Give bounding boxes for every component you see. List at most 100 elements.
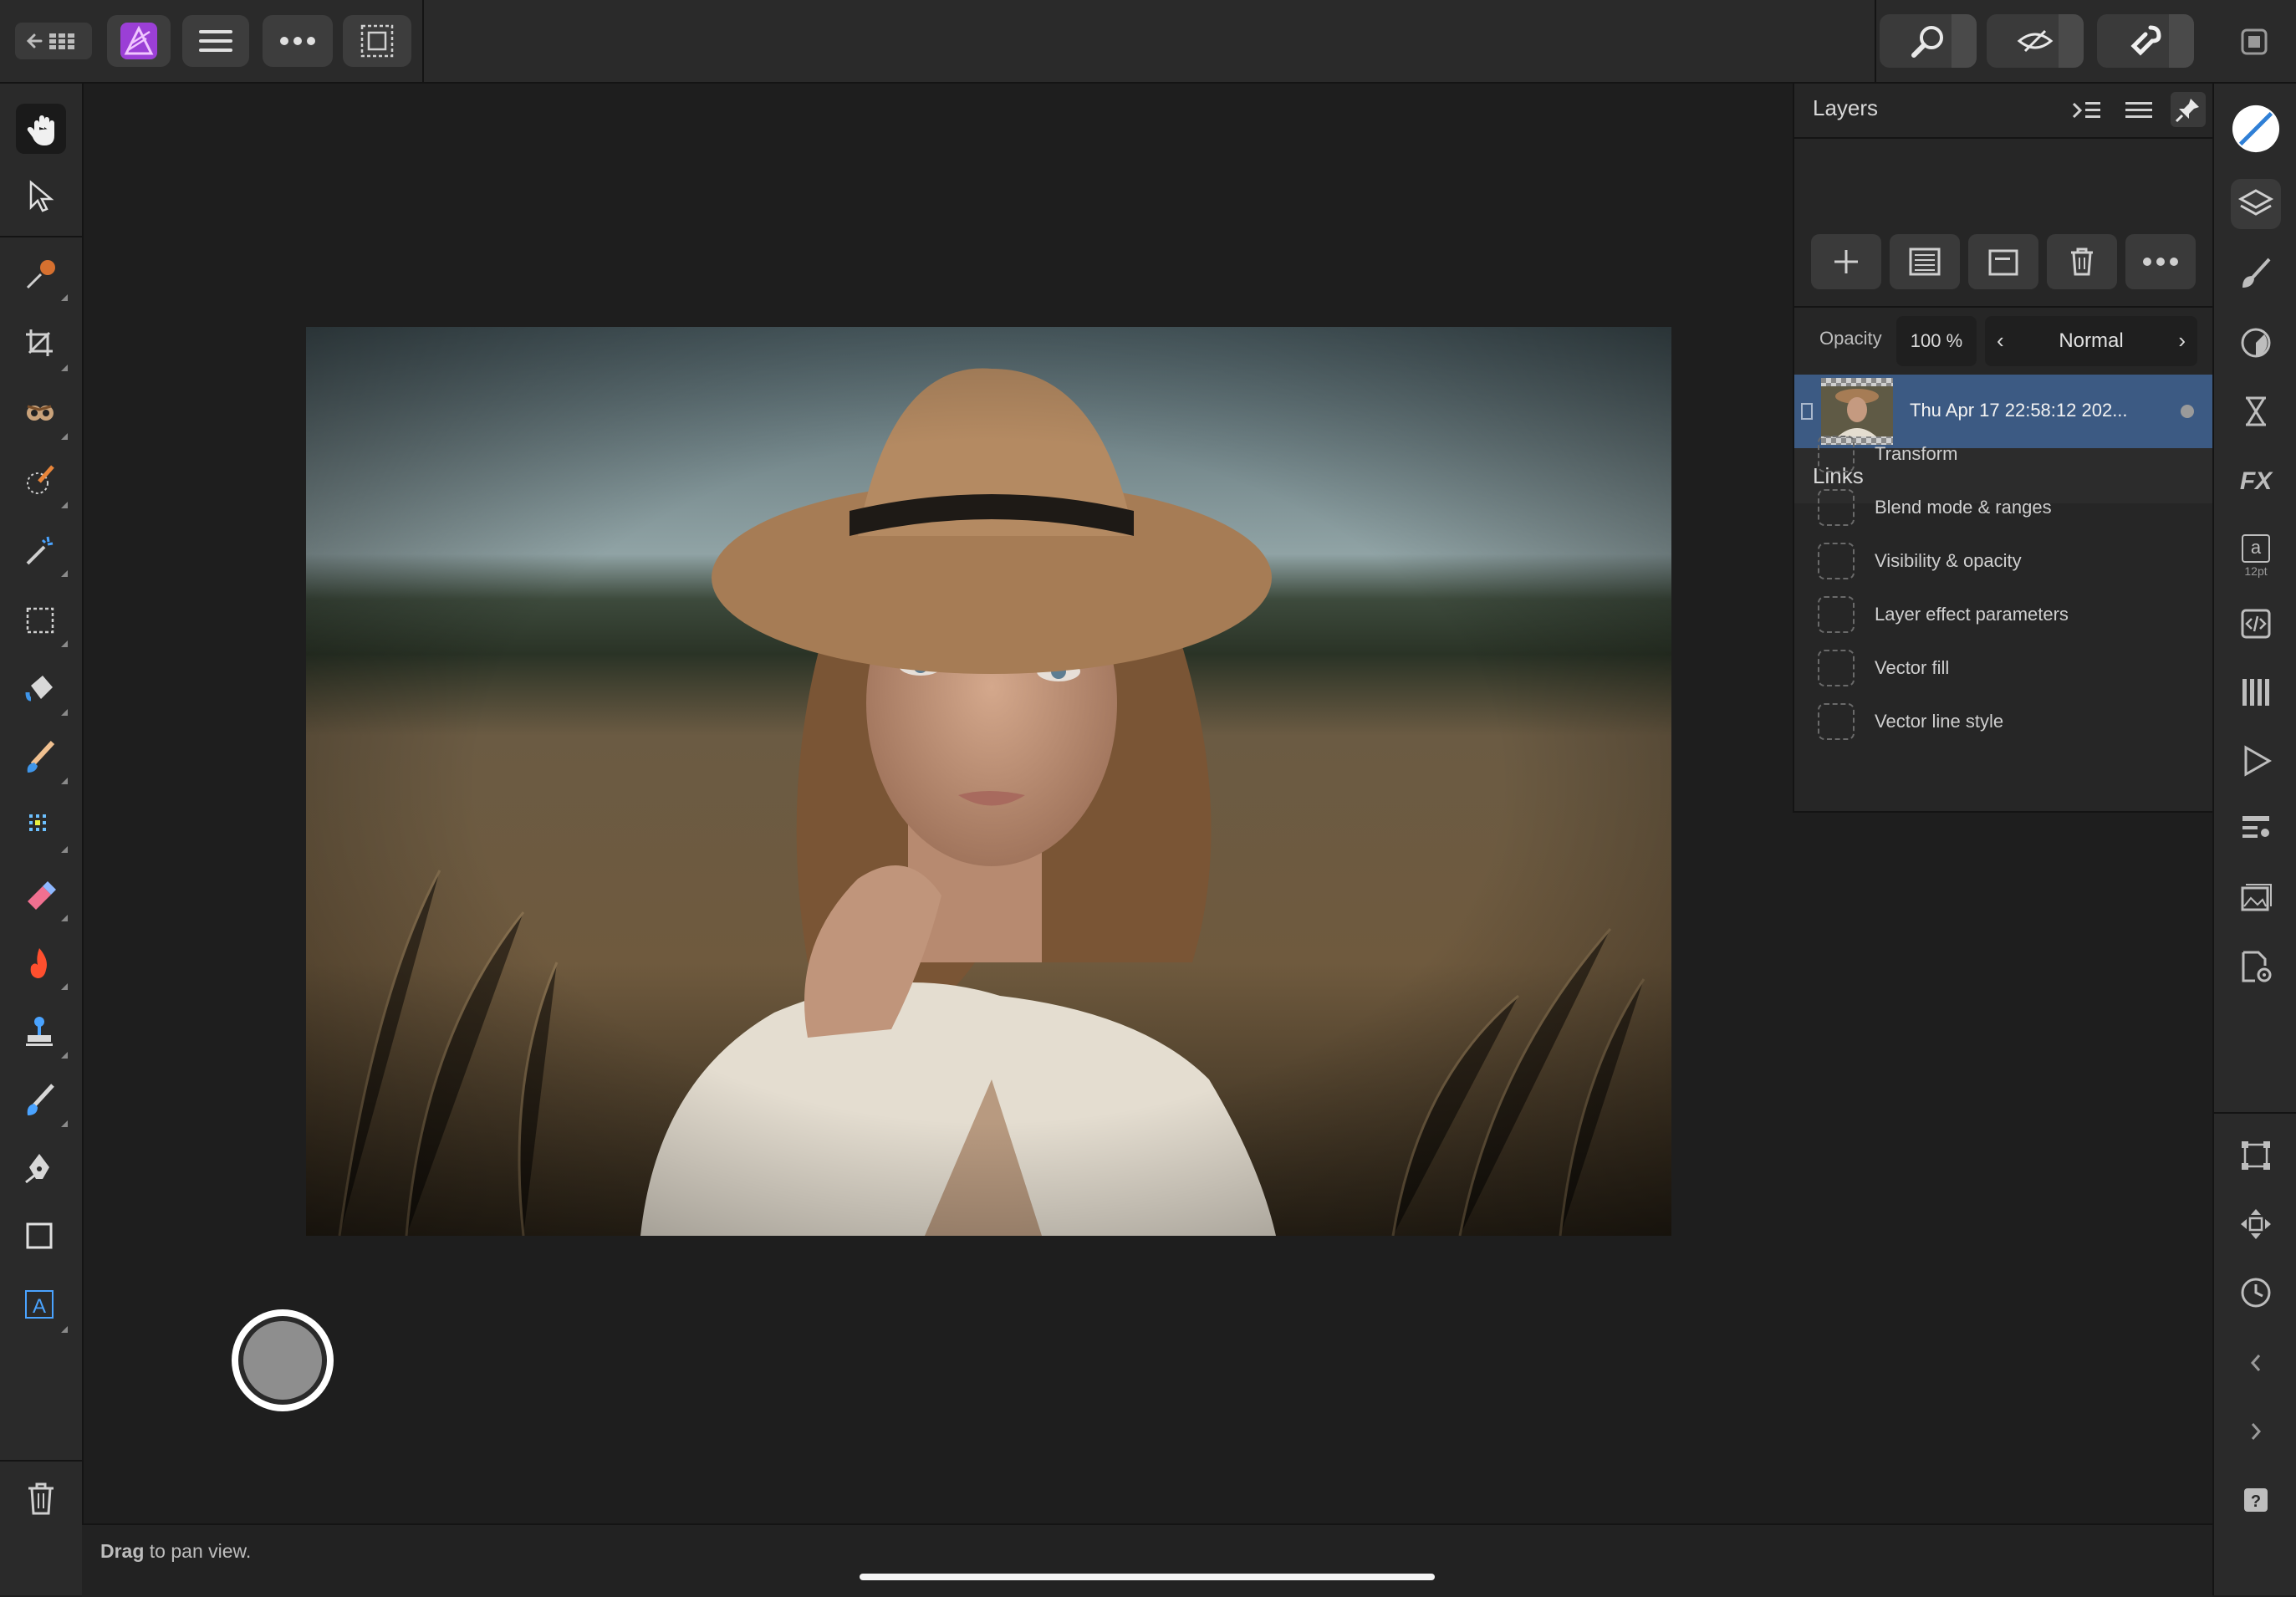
clock-history-icon — [2241, 1278, 2271, 1308]
document-settings-button[interactable] — [2231, 941, 2281, 992]
text-style-icon: a 12pt — [2242, 534, 2270, 578]
link-option-row[interactable]: Visibility & opacity — [1818, 540, 2022, 582]
loupe-icon — [1911, 26, 1943, 58]
link-checkbox[interactable] — [1818, 650, 1855, 686]
delete-layer-button[interactable] — [2047, 234, 2117, 289]
link-checkbox[interactable] — [1818, 543, 1855, 579]
opacity-field[interactable]: 100 % — [1896, 316, 1977, 366]
ellipsis-icon — [2143, 258, 2178, 266]
color-swatch-button[interactable] — [2231, 104, 2281, 154]
link-checkbox[interactable] — [1818, 596, 1855, 633]
paint-brush-tool-button[interactable] — [16, 732, 68, 784]
opacity-label: Opacity — [1819, 328, 1882, 349]
ellipsis-icon — [280, 37, 315, 45]
pen-tool-button[interactable] — [16, 1144, 66, 1194]
history-list-studio-button[interactable] — [2231, 804, 2281, 855]
snapping-button[interactable] — [2097, 14, 2194, 68]
next-blend-mode-icon[interactable]: › — [2178, 328, 2186, 354]
erase-brush-tool-button[interactable] — [16, 870, 68, 921]
link-checkbox[interactable] — [1818, 703, 1855, 740]
clone-stamp-tool-icon — [26, 1017, 53, 1046]
group-icon — [1988, 249, 2018, 276]
selection-menu-button[interactable] — [343, 15, 411, 67]
layers-studio-button[interactable] — [2231, 179, 2281, 229]
link-option-row[interactable]: Vector fill — [1818, 647, 1949, 689]
home-indicator — [860, 1574, 1435, 1580]
command-controller-button[interactable] — [232, 1309, 334, 1411]
layer-options-button[interactable] — [2125, 234, 2196, 289]
add-mask-button[interactable] — [1890, 234, 1960, 289]
flood-fill-tool-button[interactable] — [16, 664, 68, 716]
crop-tool-icon — [26, 329, 53, 356]
transform-studio-button[interactable] — [2231, 1130, 2281, 1181]
pixel-tool-button[interactable] — [16, 801, 68, 853]
live-filters-studio-button[interactable] — [2231, 386, 2281, 436]
stock-studio-button[interactable] — [2231, 873, 2281, 923]
trash-icon — [2071, 247, 2093, 276]
persona-switch-button[interactable] — [107, 15, 171, 67]
pin-panel-button[interactable] — [2171, 92, 2206, 127]
zoom-loupe-button[interactable] — [1880, 14, 1977, 68]
delete-button[interactable] — [23, 1480, 59, 1517]
more-options-button[interactable] — [263, 15, 333, 67]
link-label: Vector fill — [1875, 657, 1950, 678]
rectangle-tool-button[interactable] — [16, 1212, 66, 1263]
link-label: Transform — [1875, 443, 1958, 464]
affinity-photo-icon — [120, 23, 157, 59]
selection-brush-tool-button[interactable] — [16, 457, 68, 508]
view-mode-button[interactable] — [1987, 14, 2084, 68]
chevron-right-icon — [2251, 1423, 2262, 1440]
top-toolbar — [0, 0, 2296, 84]
clone-stamp-tool-button[interactable] — [16, 1007, 68, 1059]
help-button[interactable]: ? — [2231, 1475, 2281, 1525]
document-canvas-image[interactable] — [306, 327, 1671, 1236]
collapse-panel-button[interactable] — [2070, 94, 2104, 127]
move-tool-button[interactable] — [16, 172, 66, 222]
channels-studio-button[interactable] — [2231, 667, 2281, 717]
add-layer-button[interactable] — [1811, 234, 1881, 289]
main-menu-button[interactable] — [182, 15, 249, 67]
adjustments-studio-button[interactable] — [2231, 318, 2281, 368]
back-to-documents-button[interactable] — [15, 23, 92, 59]
layer-name: Thu Apr 17 22:58:12 202... — [1910, 400, 2128, 421]
red-eye-tool-button[interactable] — [16, 388, 68, 440]
artistic-text-tool-button[interactable]: A — [16, 1281, 68, 1333]
navigator-studio-button[interactable] — [2231, 1199, 2281, 1249]
document-gear-icon — [2242, 951, 2272, 982]
link-option-row[interactable]: Blend mode & ranges — [1818, 487, 2052, 528]
burn-tool-icon — [30, 948, 47, 978]
macros-studio-button[interactable] — [2231, 736, 2281, 786]
healing-brush-tool-button[interactable] — [16, 1075, 68, 1127]
rectangle-tool-icon — [26, 1222, 53, 1249]
snippets-studio-button[interactable] — [2231, 599, 2281, 649]
pen-tool-icon — [25, 1154, 49, 1184]
crop-tool-button[interactable] — [16, 319, 68, 371]
link-option-row[interactable]: Vector line style — [1818, 701, 2003, 742]
history-studio-button[interactable] — [2231, 1268, 2281, 1318]
panel-menu-button[interactable] — [2122, 94, 2156, 127]
link-option-row[interactable]: Layer effect parameters — [1818, 594, 2069, 635]
color-picker-tool-button[interactable] — [16, 249, 68, 301]
text-style-size: 12pt — [2244, 564, 2268, 578]
expand-right-button[interactable] — [2231, 1406, 2281, 1457]
brushes-studio-button[interactable] — [2231, 249, 2281, 299]
link-label: Visibility & opacity — [1875, 550, 2022, 571]
view-hand-tool-button[interactable] — [16, 104, 66, 154]
window-mode-button[interactable] — [2237, 27, 2271, 57]
layer-type-icon — [1801, 403, 1813, 420]
transform-icon — [2242, 1141, 2270, 1170]
effects-studio-button[interactable]: FX — [2231, 457, 2281, 507]
link-checkbox[interactable] — [1818, 436, 1855, 472]
link-option-row[interactable]: Transform — [1818, 433, 1957, 475]
burn-tool-button[interactable] — [16, 938, 68, 990]
status-hint-text: to pan view. — [144, 1540, 252, 1562]
collapse-left-button[interactable] — [2231, 1338, 2281, 1388]
group-layers-button[interactable] — [1968, 234, 2038, 289]
magic-wand-tool-button[interactable] — [16, 525, 68, 577]
link-checkbox[interactable] — [1818, 489, 1855, 526]
blend-mode-selector[interactable]: ‹ Normal › — [1985, 316, 2197, 366]
text-styles-studio-button[interactable]: a 12pt — [2231, 525, 2281, 587]
rectangular-marquee-tool-button[interactable] — [16, 595, 68, 647]
svg-text:?: ? — [2251, 1492, 2261, 1511]
layer-visibility-dot[interactable] — [2181, 405, 2194, 418]
